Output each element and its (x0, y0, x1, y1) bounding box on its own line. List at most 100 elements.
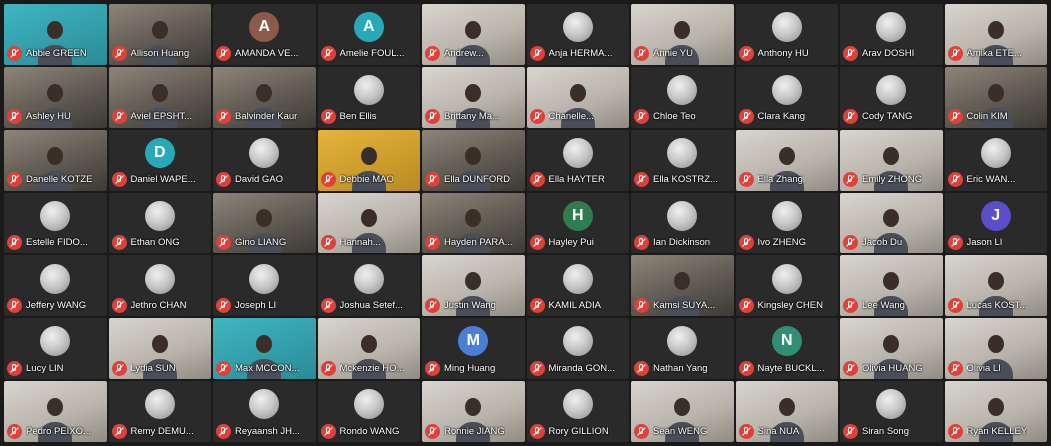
participant-tile[interactable]: Sina NUA (735, 381, 838, 442)
participant-name: Anja HERMA... (548, 48, 613, 60)
participant-name: Kamsi SUYA... (653, 299, 716, 311)
participant-profile-photo (249, 263, 280, 294)
participant-tile[interactable]: Kamsi SUYA... (631, 255, 734, 317)
participant-tile[interactable]: Emily ZHONG (840, 129, 943, 191)
participant-tile[interactable]: Lee Wang (840, 255, 943, 317)
participant-tile[interactable]: D Daniel WAPE... (108, 129, 211, 191)
participant-tile[interactable]: Nathan Yang (631, 318, 734, 380)
participant-tile[interactable]: Siran Song (840, 381, 943, 442)
participant-tile[interactable]: A Amelie FOUL... (317, 4, 420, 65)
participant-label: Andrew... (425, 46, 523, 62)
participant-name: Chanelle... (548, 111, 594, 123)
participant-tile[interactable]: Anja HERMA... (526, 4, 629, 65)
mic-muted-icon (216, 109, 231, 125)
participant-tile[interactable]: Chanelle... (526, 66, 629, 128)
participant-tile[interactable]: Ivo ZHENG (735, 192, 838, 254)
participant-tile[interactable]: Joseph LI (213, 255, 316, 317)
participant-tile[interactable]: Rory GILLION (526, 381, 629, 442)
participant-label: Cody TANG (843, 109, 941, 125)
mic-muted-icon (529, 423, 545, 439)
participant-name: Danelle KOTZE (26, 174, 93, 186)
participant-name: Reyaansh JH... (235, 425, 300, 437)
mic-muted-icon (320, 360, 336, 376)
participant-name: Max MCCON... (235, 362, 300, 374)
participant-tile[interactable]: Brittany Ma... (422, 66, 525, 128)
participant-label: Sina NUA (738, 423, 837, 439)
mic-muted-icon (7, 297, 22, 313)
participant-tile[interactable]: H Hayley Pui (526, 192, 629, 254)
participant-tile[interactable]: Aviel EPSHT... (108, 66, 211, 128)
participant-tile[interactable]: Arav DOSHI (840, 4, 943, 65)
mic-muted-icon (634, 423, 649, 439)
participant-tile[interactable]: Rondo WANG (317, 381, 420, 442)
participant-tile[interactable]: Balvinder Kaur (213, 66, 316, 128)
participant-tile[interactable]: M Ming Huang (422, 318, 525, 380)
participant-name: Emily ZHONG (862, 174, 923, 186)
participant-tile[interactable]: Olivia LI (944, 318, 1047, 380)
participant-tile[interactable]: Joshua Setef... (317, 255, 420, 317)
participant-tile[interactable]: Remy DEMU... (108, 381, 211, 442)
participant-tile[interactable]: Jethro CHAN (108, 255, 211, 317)
participant-tile[interactable]: Ian Dickinson (631, 192, 734, 254)
participant-tile[interactable]: Miranda GON... (526, 318, 629, 380)
participant-tile[interactable]: Max MCCON... (213, 318, 316, 380)
participant-tile[interactable]: A AMANDA VE... (213, 4, 316, 65)
participant-tile[interactable]: Ella KOSTRZ... (631, 129, 734, 191)
participant-tile[interactable]: Danelle KOTZE (4, 129, 107, 191)
participant-tile[interactable]: Lucy LIN (4, 318, 107, 380)
participant-tile[interactable]: Ronnie JIANG (422, 381, 525, 442)
participant-tile[interactable]: Ella DUNFORD (422, 129, 525, 191)
participant-tile[interactable]: Chloe Teo (631, 66, 734, 128)
participant-name: Daniel WAPE... (130, 174, 196, 186)
participant-tile[interactable]: David GAO (213, 129, 316, 191)
mic-muted-icon (216, 172, 231, 188)
participant-tile[interactable]: Lucas KOST... (944, 255, 1047, 317)
participant-tile[interactable]: Colin KIM (944, 66, 1047, 128)
mic-muted-icon (947, 46, 963, 62)
participant-tile[interactable]: Jacob Du (840, 192, 943, 254)
participant-tile[interactable]: Debbie MAO (317, 129, 420, 191)
participant-tile[interactable]: Amika ETE... (944, 4, 1047, 65)
participant-tile[interactable]: Lydia SUN (108, 318, 211, 380)
participant-tile[interactable]: J Jason LI (944, 192, 1047, 254)
participant-label: Ella Zhang (738, 172, 837, 188)
participant-tile[interactable]: Jeffery WANG (4, 255, 107, 317)
participant-tile[interactable]: Andrew... (422, 4, 525, 65)
participant-tile[interactable]: Gino LIANG (213, 192, 316, 254)
participant-label: Estelle FIDO... (7, 234, 105, 250)
participant-profile-photo (667, 74, 698, 105)
participant-tile[interactable]: Sean WENG (631, 381, 734, 442)
participant-name: Amelie FOUL... (339, 48, 405, 60)
participant-tile[interactable]: Mckenzie HO... (317, 318, 420, 380)
participant-tile[interactable]: Abbie GREEN (4, 4, 107, 65)
participant-name: Olivia LI (966, 362, 1001, 374)
participant-tile[interactable]: Olivia HUANG (840, 318, 943, 380)
participant-tile[interactable]: Hannah... (317, 192, 420, 254)
participant-tile[interactable]: Kingsley CHEN (735, 255, 838, 317)
participant-tile[interactable]: Justin Wang (422, 255, 525, 317)
participant-tile[interactable]: Cody TANG (840, 66, 943, 128)
participant-tile[interactable]: Ella HAYTER (526, 129, 629, 191)
participant-name: David GAO (235, 174, 284, 186)
participant-tile[interactable]: Annie YU (631, 4, 734, 65)
participant-tile[interactable]: Ethan ONG (108, 192, 211, 254)
participant-tile[interactable]: Estelle FIDO... (4, 192, 107, 254)
participant-tile[interactable]: KAMIL ADIA (526, 255, 629, 317)
participant-tile[interactable]: Ryan KELLEY (944, 381, 1047, 442)
participant-tile[interactable]: Ella Zhang (735, 129, 838, 191)
participant-tile[interactable]: Allison Huang (108, 4, 211, 65)
participant-tile[interactable]: Ben Ellis (317, 66, 420, 128)
participant-tile[interactable]: Anthony HU (735, 4, 838, 65)
participant-label: Abbie GREEN (7, 46, 105, 62)
participant-tile[interactable]: Clara Kang (735, 66, 838, 128)
participant-label: Lucy LIN (7, 360, 105, 376)
participant-tile[interactable]: Hayden PARA... (422, 192, 525, 254)
participant-tile[interactable]: Pedro PEIXO... (4, 381, 107, 442)
participant-tile[interactable]: Eric WAN... (944, 129, 1047, 191)
participant-name: Andrew... (444, 48, 484, 60)
participant-tile[interactable]: Ashley HU (4, 66, 107, 128)
participant-tile[interactable]: N Nayte BUCKL... (735, 318, 838, 380)
participant-label: Annie YU (634, 46, 732, 62)
participant-tile[interactable]: Reyaansh JH... (213, 381, 316, 442)
mic-muted-icon (111, 234, 127, 250)
